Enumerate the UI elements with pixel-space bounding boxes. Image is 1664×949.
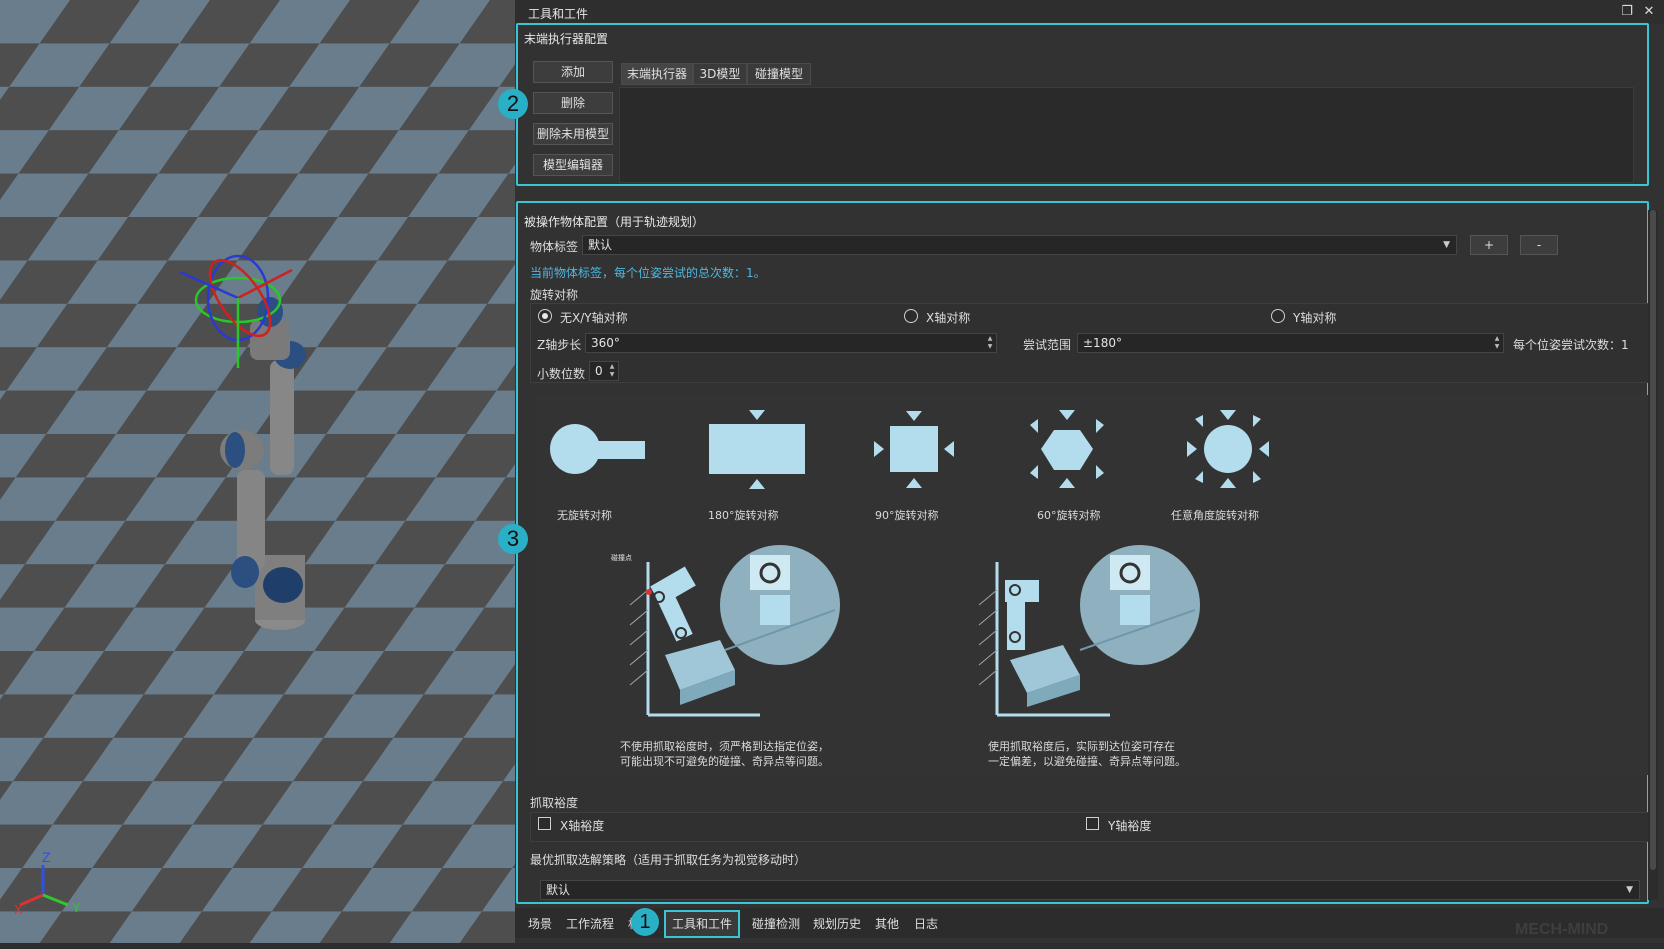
tab-other[interactable]: 其他 [875,914,899,934]
object-label-value: 默认 [588,238,613,252]
add-label-button[interactable]: + [1470,235,1508,255]
workpiece-section-title: 被操作物体配置（用于轨迹规划） [524,215,705,229]
panel-titlebar: 工具和工件 ❐ ✕ [515,0,1664,24]
chevron-down-icon: ▼ [1626,885,1633,895]
tab-3d-model[interactable]: 3D模型 [693,63,747,85]
y-margin-label: Y轴裕度 [1108,819,1152,833]
symmetry-90-shape [890,426,938,472]
add-button[interactable]: 添加 [533,61,613,83]
tools-workpiece-panel: 工具和工件 ❐ ✕ 末端执行器配置 添加 删除 删除未用模型 模型编辑器 末端执… [498,0,1664,943]
x-margin-checkbox[interactable] [538,817,551,830]
symmetry-any-shape [1204,425,1252,473]
try-range-value: ±180° [1083,336,1122,350]
strategy-value: 默认 [546,883,571,897]
bottom-tab-bar: 场景 工作流程 机 工具和工件 碰撞检测 规划历史 其他 日志 1 MECH-M… [515,908,1664,938]
caption-left-line1: 不使用抓取裕度时，须严格到达指定位姿， [620,740,829,753]
svg-text:Z: Z [42,849,51,865]
scrollbar-thumb[interactable] [1650,210,1656,870]
tab-log[interactable]: 日志 [914,914,938,934]
close-icon[interactable]: ✕ [1641,4,1657,20]
z-step-spinbox[interactable]: 360° ▲ ▼ [585,333,997,353]
delete-unused-model-button[interactable]: 删除未用模型 [533,123,613,145]
radio-y-symmetry-label: Y轴对称 [1293,311,1337,325]
decimals-label: 小数位数 [537,367,586,381]
spin-arrows-icon: ▲ ▼ [609,363,615,378]
symmetry-60-shape [1041,430,1093,470]
strategy-title: 最优抓取选解策略（适用于抓取任务为视觉移动时） [530,853,807,867]
tab-planning-history[interactable]: 规划历史 [813,914,861,934]
restore-icon[interactable]: ❐ [1619,4,1635,20]
grasp-scene-left [629,545,840,717]
panel-title: 工具和工件 [528,7,589,21]
vertical-scrollbar[interactable] [1648,210,1658,900]
symmetry-illustration: 碰撞点 无旋转对称 180°旋转对称 90°旋转对称 60°旋转对称 任意角度旋… [535,395,1650,775]
caption-no-symmetry: 无旋转对称 [557,509,612,522]
z-step-value: 360° [591,336,620,350]
grasp-scene-right [978,545,1200,717]
symmetry-180-shape [709,424,805,474]
spin-arrows-icon: ▲ ▼ [987,335,993,350]
watermark-logo: MECH-MIND [1515,921,1609,938]
svg-text:X: X [14,902,23,917]
chevron-down-icon: ▼ [1443,240,1450,250]
attempts-label: 每个位姿尝试次数：1 [1513,338,1629,352]
try-range-spinbox[interactable]: ±180° ▲ ▼ [1077,333,1504,353]
try-range-label: 尝试范围 [1023,338,1072,352]
caption-right-line1: 使用抓取裕度后，实际到达位姿可存在 [988,740,1175,753]
collision-point-label: 碰撞点 [611,553,632,562]
radio-no-xy-symmetry[interactable] [538,309,552,323]
viewport-canvas[interactable]: Z X Y [0,0,515,943]
decimals-spinbox[interactable]: 0 ▲ ▼ [589,361,619,381]
radio-y-symmetry[interactable] [1271,309,1285,323]
app-root: Z X Y 工具和工件 ❐ ✕ 末端执行器配置 添加 删除 删除未用模型 模型编… [0,0,1664,949]
radio-x-symmetry-label: X轴对称 [926,311,971,325]
rotation-symmetry-title: 旋转对称 [530,288,579,302]
model-editor-button[interactable]: 模型编辑器 [533,154,613,176]
svg-text:Y: Y [72,900,81,915]
caption-180: 180°旋转对称 [708,509,779,522]
object-label-caption: 物体标签 [530,240,579,254]
tab-collision-detection[interactable]: 碰撞检测 [752,914,800,934]
z-step-label: Z轴步长 [537,338,582,352]
radio-x-symmetry[interactable] [904,309,918,323]
caption-90: 90°旋转对称 [875,509,939,522]
grasp-margin-title: 抓取裕度 [530,796,579,810]
spin-arrows-icon: ▲ ▼ [1494,335,1500,350]
decimals-value: 0 [595,364,603,378]
caption-60: 60°旋转对称 [1037,509,1101,522]
radio-no-xy-symmetry-label: 无X/Y轴对称 [560,311,628,325]
callout-badge-3: 3 [498,524,528,554]
3d-viewport[interactable]: Z X Y [0,0,515,943]
y-margin-checkbox[interactable] [1086,817,1099,830]
callout-badge-1: 1 [631,908,659,936]
remove-label-button[interactable]: - [1520,235,1558,255]
tab-workflow[interactable]: 工作流程 [566,914,614,934]
end-effector-section-title: 末端执行器配置 [524,32,609,46]
tab-scene[interactable]: 场景 [528,914,552,934]
caption-right-line2: 一定偏差，以避免碰撞、奇异点等问题。 [988,755,1186,768]
caption-any: 任意角度旋转对称 [1171,509,1259,522]
tab-end-effector[interactable]: 末端执行器 [621,63,693,85]
delete-button[interactable]: 删除 [533,92,613,114]
tab-collision-model[interactable]: 碰撞模型 [747,63,811,85]
strategy-combo[interactable]: 默认 ▼ [540,880,1640,900]
object-label-combo[interactable]: 默认 ▼ [582,235,1457,255]
caption-left-line2: 可能出现不可避免的碰撞、奇异点等问题。 [620,755,829,768]
symmetry-illustration-svg: 碰撞点 [550,410,1269,717]
tab-tools-workpiece[interactable]: 工具和工件 [664,910,741,938]
info-text: 当前物体标签，每个位姿尝试的总次数：1。 [530,266,766,280]
x-margin-label: X轴裕度 [560,819,605,833]
callout-badge-2: 2 [498,89,528,119]
end-effector-tab-content [619,87,1634,183]
